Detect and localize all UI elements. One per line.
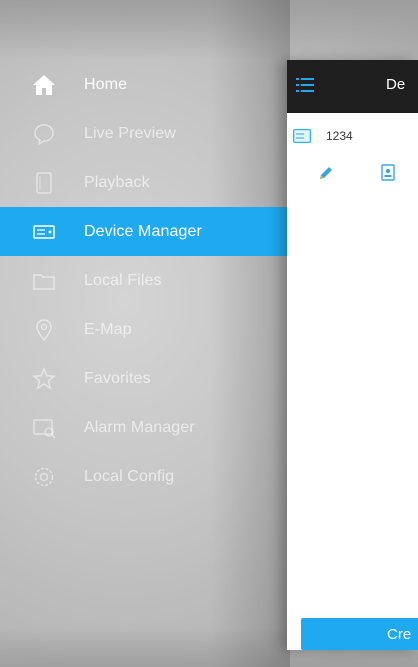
menu-item-home[interactable]: Home	[0, 60, 287, 109]
home-icon	[30, 71, 58, 99]
device-icon	[293, 129, 311, 143]
folder-icon	[30, 267, 58, 295]
backdrop-top-shade	[0, 0, 418, 60]
menu-item-label: Favorites	[84, 369, 151, 387]
side-menu: Home Live Preview Playback Device Manage…	[0, 60, 287, 501]
create-button[interactable]: Cre	[301, 618, 418, 650]
device-actions	[287, 160, 418, 190]
device-manager-panel: De 1234 Cre	[287, 60, 418, 650]
menu-item-label: Alarm Manager	[84, 418, 195, 436]
menu-item-label: Home	[84, 75, 128, 93]
star-icon	[30, 365, 58, 393]
menu-item-label: Local Config	[84, 467, 175, 485]
device-manager-icon	[30, 218, 58, 246]
gear-icon	[30, 463, 58, 491]
menu-item-label: Live Preview	[84, 124, 176, 142]
menu-item-label: E-Map	[84, 320, 132, 338]
playback-icon	[30, 169, 58, 197]
menu-item-label: Playback	[84, 173, 150, 191]
menu-item-favorites[interactable]: Favorites	[0, 354, 287, 403]
menu-item-e-map[interactable]: E-Map	[0, 305, 287, 354]
alarm-icon	[30, 414, 58, 442]
panel-header: De	[287, 60, 418, 113]
menu-item-label: Local Files	[84, 271, 162, 289]
device-list-item[interactable]: 1234	[287, 126, 418, 150]
page-title: De	[386, 76, 406, 93]
menu-item-live-preview[interactable]: Live Preview	[0, 109, 287, 158]
app-window: Home Live Preview Playback Device Manage…	[0, 0, 418, 667]
menu-item-local-files[interactable]: Local Files	[0, 256, 287, 305]
menu-item-alarm-manager[interactable]: Alarm Manager	[0, 403, 287, 452]
device-name: 1234	[326, 129, 353, 143]
menu-item-label: Device Manager	[84, 222, 202, 240]
edit-pencil-icon[interactable]	[317, 164, 335, 182]
menu-item-device-manager[interactable]: Device Manager	[0, 207, 287, 256]
menu-list-icon[interactable]	[295, 76, 315, 96]
menu-item-playback[interactable]: Playback	[0, 158, 287, 207]
menu-item-local-config[interactable]: Local Config	[0, 452, 287, 501]
remote-config-icon[interactable]	[379, 164, 397, 182]
live-preview-icon	[30, 120, 58, 148]
map-pin-icon	[30, 316, 58, 344]
